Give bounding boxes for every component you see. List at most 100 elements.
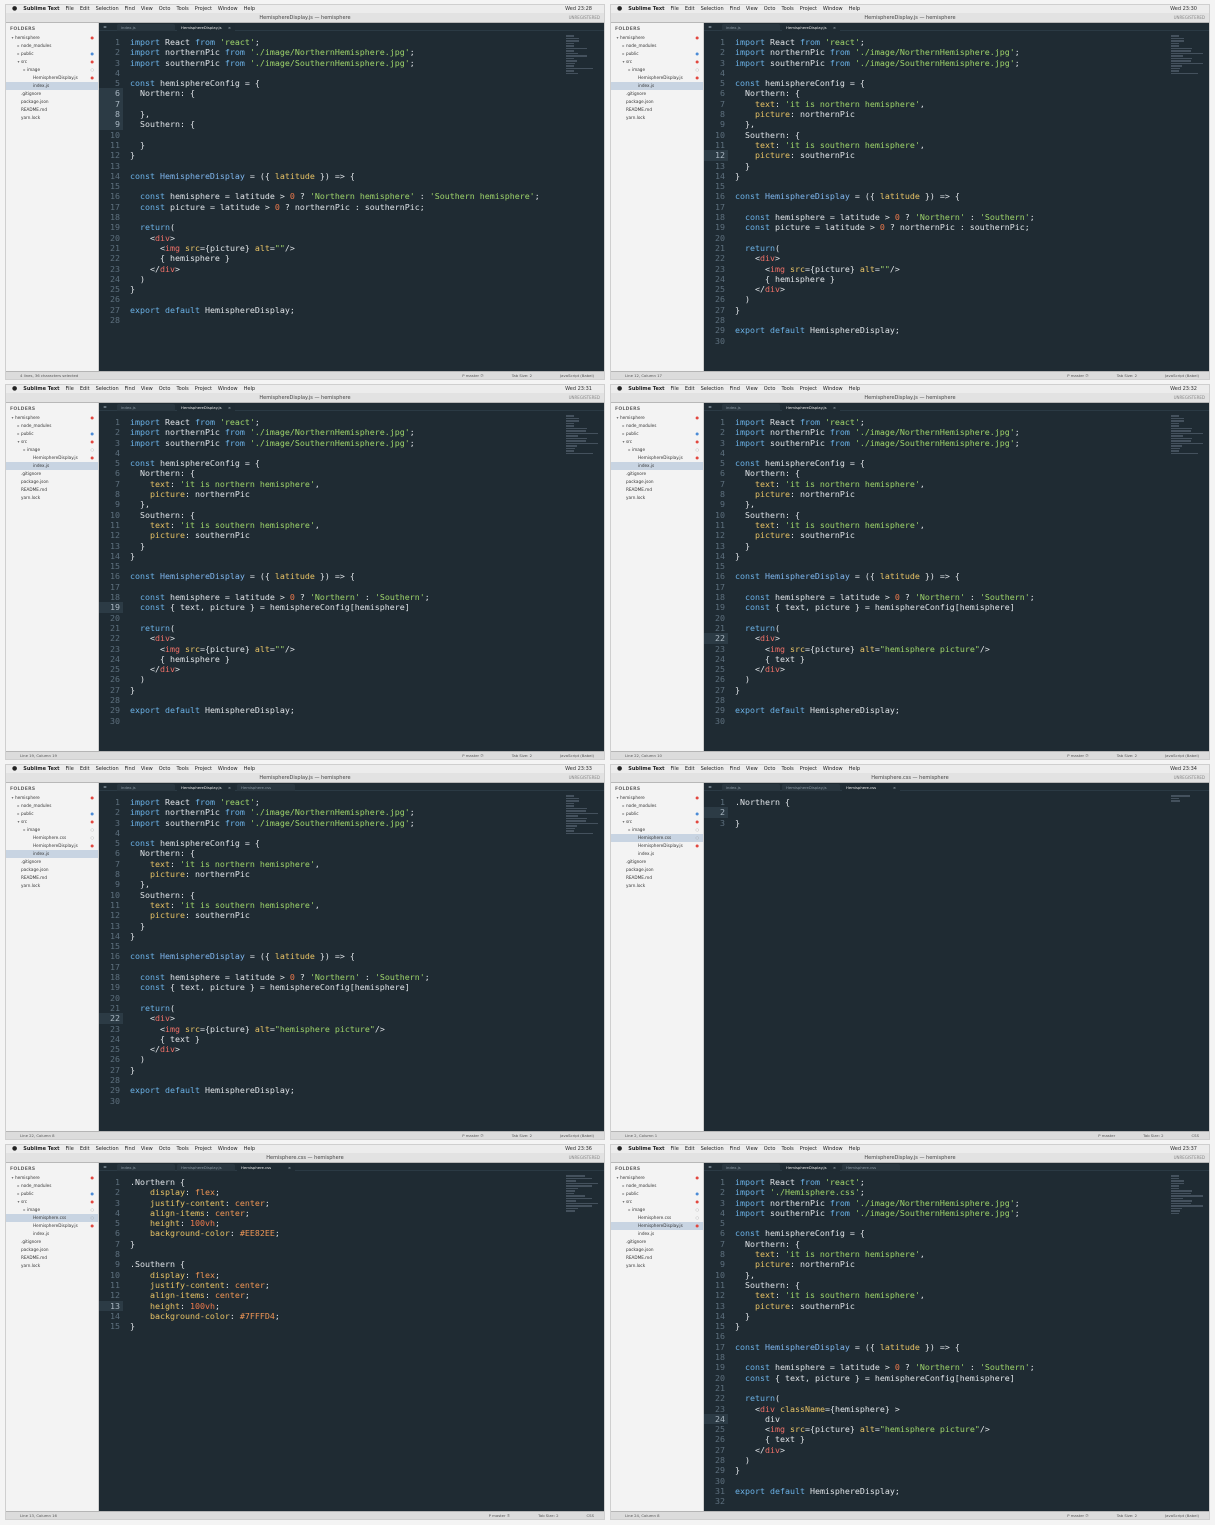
code-line[interactable]: text: 'it is southern hemisphere', [735, 140, 1169, 150]
code-line[interactable]: height: 100vh; [130, 1301, 564, 1311]
syntax-indicator[interactable]: CSS [1192, 1133, 1199, 1138]
code-editor[interactable]: ◂▸ index.js HemisphereDisplay.js Hemisphere… [99, 1163, 604, 1511]
tab-nav-arrows-icon[interactable]: ◂▸ [708, 23, 712, 31]
code-line[interactable]: } [735, 685, 1169, 695]
code-line[interactable] [130, 212, 564, 222]
git-branch-status[interactable]: P master ⑦ [462, 753, 484, 758]
tab-hemispheredisplay-js[interactable]: HemisphereDisplay.js × [177, 404, 235, 411]
sidebar-item[interactable]: ▾ src ● [6, 438, 98, 446]
sidebar-item[interactable]: ▸ public ● [6, 50, 98, 58]
syntax-indicator[interactable]: JavaScript (Babel) [1165, 373, 1199, 378]
code-line[interactable]: } [735, 161, 1169, 171]
code-line[interactable]: text: 'it is northern hemisphere', [130, 479, 564, 489]
tab-nav-arrows-icon[interactable]: ◂▸ [103, 403, 107, 411]
code-line[interactable]: } [735, 818, 1169, 828]
sidebar-item[interactable]: HemisphereDisplay.js ● [611, 74, 703, 82]
minimap[interactable] [566, 35, 600, 77]
apple-icon[interactable]: ● [12, 5, 17, 13]
tab-hemispheredisplay-js[interactable]: HemisphereDisplay.js × [782, 1164, 840, 1171]
sidebar-item[interactable]: HemisphereDisplay.js ● [611, 842, 703, 850]
code-line[interactable]: text: 'it is southern hemisphere', [735, 1290, 1169, 1300]
code-line[interactable]: <img src={picture} alt=""/> [735, 264, 1169, 274]
sidebar-item[interactable]: ▾ src ● [611, 818, 703, 826]
menu-item-selection[interactable]: Selection [96, 1145, 119, 1153]
code-line[interactable]: { text } [130, 1034, 564, 1044]
code-line[interactable] [130, 613, 564, 623]
code-line[interactable] [735, 716, 1169, 726]
menu-item-help[interactable]: Help [849, 5, 860, 13]
sidebar-item[interactable]: README.md [6, 1254, 98, 1262]
git-branch-status[interactable]: P master ⑦ [1067, 1513, 1089, 1518]
code-line[interactable]: export default HemisphereDisplay; [130, 1085, 564, 1095]
git-branch-status[interactable]: P master ⑦ [1067, 373, 1089, 378]
code-line[interactable]: const picture = latitude > 0 ? northernP… [130, 202, 564, 212]
sidebar-item[interactable]: index.js [6, 850, 98, 858]
sidebar-item[interactable]: ▸ node_modules [611, 802, 703, 810]
sidebar-item[interactable]: ▸ image ○ [6, 826, 98, 834]
sidebar-item[interactable]: Hemisphere.css ○ [6, 834, 98, 842]
code-line[interactable]: }, [130, 109, 564, 119]
menu-item-help[interactable]: Help [849, 385, 860, 393]
app-name-menu[interactable]: Sublime Text [23, 5, 59, 13]
code-line[interactable]: import northernPic from './image/Norther… [130, 427, 564, 437]
sidebar-item[interactable]: ▾ hemisphere ● [6, 34, 98, 42]
code-line[interactable]: </div> [735, 664, 1169, 674]
code-line[interactable] [735, 561, 1169, 571]
code-line[interactable]: } [130, 1321, 564, 1331]
tab-nav-arrows-icon[interactable]: ◂▸ [103, 783, 107, 791]
menu-item-file[interactable]: File [671, 385, 679, 393]
syntax-indicator[interactable]: CSS [587, 1513, 594, 1518]
code-line[interactable]: } [735, 541, 1169, 551]
sidebar-item[interactable]: README.md [6, 106, 98, 114]
code-line[interactable]: const HemisphereDisplay = ({ latitude })… [130, 951, 564, 961]
menu-item-selection[interactable]: Selection [96, 765, 119, 773]
code-line[interactable]: import './Hemisphere.css'; [735, 1187, 1169, 1197]
code-line[interactable]: export default HemisphereDisplay; [130, 705, 564, 715]
tab-hemisphere-css[interactable]: Hemisphere.css [842, 1164, 900, 1171]
code-line[interactable] [130, 993, 564, 1003]
tab-index-js[interactable]: index.js [117, 1164, 175, 1171]
code-line[interactable]: div [735, 1414, 1169, 1424]
code-editor[interactable]: ◂▸ index.js HemisphereDisplay.js × Hemispher… [99, 783, 604, 1131]
code-line[interactable]: } [130, 140, 564, 150]
sidebar-item[interactable]: ▸ image ○ [611, 446, 703, 454]
app-name-menu[interactable]: Sublime Text [23, 1145, 59, 1153]
code-line[interactable]: return( [735, 623, 1169, 633]
menu-item-edit[interactable]: Edit [685, 1145, 695, 1153]
menu-item-find[interactable]: Find [730, 765, 740, 773]
menu-item-window[interactable]: Window [218, 5, 238, 13]
menu-item-help[interactable]: Help [244, 385, 255, 393]
sidebar-item[interactable]: package.json [611, 1246, 703, 1254]
sidebar-item[interactable]: yarn.lock [6, 494, 98, 502]
code-line[interactable] [130, 1075, 564, 1085]
code-line[interactable]: Northern: { [735, 88, 1169, 98]
code-line[interactable]: } [130, 931, 564, 941]
sidebar-item[interactable]: ▸ public ● [611, 810, 703, 818]
sidebar-item[interactable]: ▾ hemisphere ● [6, 414, 98, 422]
code-line[interactable]: return( [735, 243, 1169, 253]
minimap[interactable] [566, 1175, 600, 1217]
code-line[interactable] [130, 68, 564, 78]
menu-item-help[interactable]: Help [849, 1145, 860, 1153]
code-line[interactable] [735, 336, 1169, 346]
code-line[interactable]: ) [130, 1054, 564, 1064]
code-line[interactable]: const hemisphereConfig = { [735, 458, 1169, 468]
code-line[interactable]: Southern: { [735, 1280, 1169, 1290]
sidebar-item[interactable]: index.js [6, 462, 98, 470]
apple-icon[interactable]: ● [617, 765, 622, 773]
code-line[interactable]: ) [130, 274, 564, 284]
code-line[interactable]: return( [130, 1003, 564, 1013]
close-tab-icon[interactable]: × [833, 1164, 836, 1171]
code-line[interactable]: }, [735, 1270, 1169, 1280]
tab-hemispheredisplay-js[interactable]: HemisphereDisplay.js × [177, 24, 235, 31]
code-line[interactable]: text: 'it is northern hemisphere', [735, 1249, 1169, 1259]
code-line[interactable]: export default HemisphereDisplay; [735, 1486, 1169, 1496]
menu-item-view[interactable]: View [746, 385, 758, 393]
syntax-indicator[interactable]: JavaScript (Babel) [560, 1133, 594, 1138]
code-text[interactable]: import React from 'react'; import norther… [130, 417, 564, 726]
menu-item-edit[interactable]: Edit [80, 765, 90, 773]
sidebar-item[interactable]: ▸ node_modules [6, 422, 98, 430]
code-line[interactable]: ) [735, 1455, 1169, 1465]
code-text[interactable]: import React from 'react'; import norther… [130, 797, 564, 1106]
code-line[interactable]: height: 100vh; [130, 1218, 564, 1228]
